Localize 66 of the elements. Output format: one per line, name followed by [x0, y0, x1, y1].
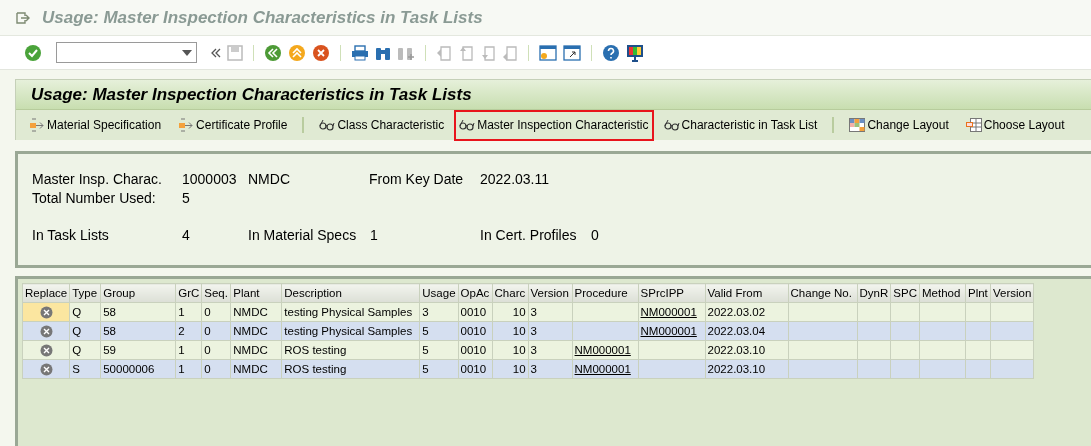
field-value: 2022.03.11 — [480, 170, 550, 189]
command-field[interactable] — [56, 42, 197, 63]
toolbar-button[interactable]: Master Inspection Characteristic — [454, 109, 654, 141]
shortcut-icon[interactable] — [563, 44, 581, 61]
field-label: From Key Date — [369, 170, 465, 189]
window-title: Usage: Master Inspection Characteristics in Task Lists — [42, 6, 483, 29]
column-header[interactable]: Seq. — [201, 283, 231, 303]
column-header[interactable]: Procedure — [572, 283, 639, 303]
help-icon[interactable] — [602, 43, 620, 62]
screen-title: Usage: Master Inspection Characteristics in Task Lists — [31, 83, 472, 106]
checkmark-icon[interactable] — [24, 43, 42, 62]
column-header[interactable]: Usage — [419, 283, 459, 303]
column-header[interactable]: Replace — [22, 283, 70, 303]
field-label: In Material Specs — [248, 226, 358, 245]
field-value: 1000003 — [182, 170, 238, 189]
delete-icon[interactable] — [39, 363, 53, 377]
toolbar-button[interactable]: Certificate Profile — [171, 112, 295, 138]
field-value: 0 — [591, 226, 599, 245]
column-header[interactable]: SPC — [890, 283, 920, 303]
field-value: 1 — [370, 226, 379, 245]
column-header[interactable]: Method — [919, 283, 966, 303]
column-header[interactable]: Group — [100, 283, 176, 303]
delete-icon[interactable] — [39, 344, 53, 358]
glasses-icon — [319, 119, 336, 131]
column-header[interactable]: Charc — [492, 283, 529, 303]
glasses-icon — [459, 119, 476, 131]
monitor-icon[interactable] — [626, 43, 644, 62]
transfer-icon — [178, 118, 195, 132]
field-value: 5 — [182, 189, 190, 208]
column-header[interactable]: Version — [528, 283, 573, 303]
column-header[interactable]: DynR — [857, 283, 891, 303]
delete-icon[interactable] — [39, 306, 53, 320]
column-header[interactable]: Type — [69, 283, 101, 303]
column-header[interactable]: OpAc — [458, 283, 493, 303]
back-icon[interactable] — [264, 43, 282, 62]
layout-grid-icon — [849, 118, 866, 132]
transfer-icon — [29, 118, 45, 132]
field-label: Total Number Used: — [32, 189, 157, 208]
toolbar-button[interactable]: Material Specification — [22, 112, 169, 138]
glasses-icon — [663, 119, 680, 131]
field-value: NMDC — [248, 170, 291, 189]
field-value: 4 — [182, 226, 191, 245]
collapse-icon[interactable] — [211, 47, 221, 58]
column-header[interactable]: Change No. — [788, 283, 858, 303]
column-header[interactable]: Plant — [230, 283, 282, 303]
dropdown-icon[interactable] — [182, 49, 192, 56]
field-label: Master Insp. Charac. — [32, 170, 163, 189]
toolbar-button[interactable]: Change Layout — [842, 112, 956, 138]
column-header[interactable]: Valid From — [705, 283, 789, 303]
toolbar-button[interactable]: Class Characteristic — [312, 112, 452, 138]
column-header[interactable]: GrC — [175, 283, 202, 303]
column-header[interactable]: Version — [990, 283, 1034, 303]
exit-icon[interactable] — [16, 11, 30, 24]
column-header[interactable]: SPrcIPP — [638, 283, 706, 303]
column-header[interactable]: Description — [281, 283, 420, 303]
field-label: In Task Lists — [32, 226, 110, 245]
delete-icon[interactable] — [39, 325, 53, 339]
up-icon[interactable] — [288, 43, 306, 62]
new-window-icon[interactable] — [539, 44, 557, 61]
toolbar-button[interactable]: Characteristic in Task List — [656, 112, 825, 138]
layout-icon — [965, 118, 982, 132]
field-label: In Cert. Profiles — [480, 226, 578, 245]
column-header[interactable]: Plnt — [965, 283, 991, 303]
toolbar-button[interactable]: Choose Layout — [958, 112, 1072, 138]
cancel-icon[interactable] — [312, 43, 330, 62]
print-icon[interactable] — [351, 44, 369, 61]
